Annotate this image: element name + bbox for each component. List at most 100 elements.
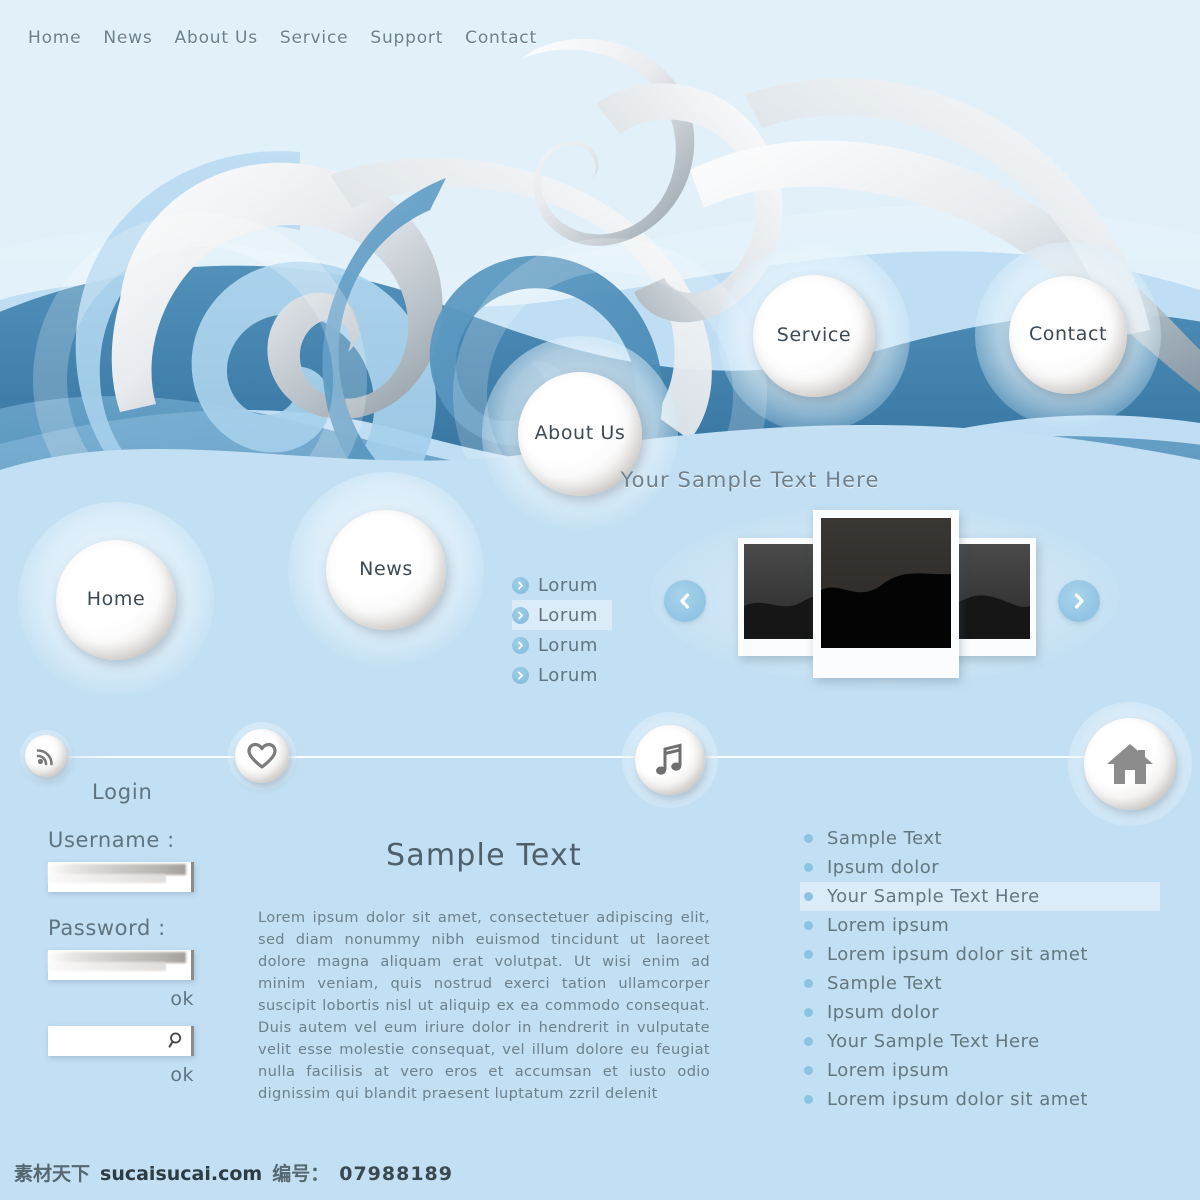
lorum-list-item-label: Lorum <box>538 634 599 656</box>
login-ok-button[interactable]: ok <box>48 988 194 1010</box>
bubble-nav-contact[interactable]: Contact <box>975 242 1161 428</box>
list-item-label: Lorem ipsum <box>827 915 950 936</box>
bubble-label: About Us <box>534 422 626 444</box>
chevron-right-icon <box>512 606 529 624</box>
bubble-label: Service <box>776 324 852 346</box>
music-note-icon <box>656 743 682 775</box>
rail-orb <box>635 725 705 795</box>
rail-rss-button[interactable] <box>20 730 72 782</box>
carousel-next-button[interactable] <box>1058 580 1100 622</box>
bullet-dot-icon <box>804 979 813 988</box>
chevron-right-icon <box>1074 593 1084 609</box>
bubble-ball: News <box>326 510 446 630</box>
article-heading: Sample Text <box>386 838 582 873</box>
list-item-label: Lorem ipsum dolor sit amet <box>827 1089 1088 1110</box>
chevron-right-icon <box>512 576 529 594</box>
list-item[interactable]: Lorem ipsum <box>800 911 1160 940</box>
topnav-item-contact[interactable]: Contact <box>465 28 537 48</box>
home-icon <box>1107 744 1153 784</box>
lorum-list-item[interactable]: Lorum <box>512 570 612 600</box>
watermark-id-label: 编号： <box>272 1163 330 1185</box>
list-item-label: Your Sample Text Here <box>827 1031 1040 1052</box>
bubble-nav-about-us[interactable]: About Us <box>482 336 678 532</box>
login-title: Login <box>92 780 153 804</box>
bullet-dot-icon <box>804 921 813 930</box>
rail-home-button[interactable] <box>1068 702 1192 826</box>
topnav-item-news[interactable]: News <box>103 28 152 48</box>
bubble-label: News <box>359 558 413 580</box>
list-item-label: Sample Text <box>827 973 943 994</box>
list-item-label: Lorem ipsum dolor sit amet <box>827 944 1088 965</box>
rail-music-button[interactable] <box>622 712 718 808</box>
chevron-left-icon <box>680 593 690 609</box>
watermark-domain: sucaisucai.com <box>100 1163 263 1185</box>
chevron-right-icon <box>512 666 529 684</box>
field-fill <box>48 962 166 971</box>
bullet-dot-icon <box>804 1037 813 1046</box>
magnifier-icon <box>168 1031 186 1053</box>
list-item[interactable]: Ipsum dolor <box>800 853 1160 882</box>
bullet-dot-icon <box>804 1095 813 1104</box>
top-navigation: Home News About Us Service Support Conta… <box>28 28 537 48</box>
bubble-nav-home[interactable]: Home <box>18 502 214 698</box>
lorum-list-item[interactable]: Lorum <box>512 630 612 660</box>
page-root: Home News About Us Service Support Conta… <box>0 0 1200 1200</box>
field-fill <box>48 874 166 883</box>
username-field[interactable] <box>48 862 194 892</box>
article-panel: Sample Text Lorem ipsum dolor sit amet, … <box>258 838 710 1105</box>
right-link-list: Sample Text Ipsum dolor Your Sample Text… <box>800 824 1160 1114</box>
footer-watermark: 素材天下 sucaisucai.com 编号： 07988189 <box>14 1159 453 1186</box>
bullet-dot-icon <box>804 892 813 901</box>
bullet-dot-icon <box>804 1008 813 1017</box>
rail-divider-line <box>22 756 1178 758</box>
bubble-label: Home <box>86 588 146 610</box>
list-item[interactable]: Lorem ipsum dolor sit amet <box>800 940 1160 969</box>
username-label: Username : <box>48 828 175 852</box>
password-field[interactable] <box>48 950 194 980</box>
article-body: Lorem ipsum dolor sit amet, consectetuer… <box>258 909 710 1102</box>
chevron-right-icon <box>512 636 529 654</box>
bubble-nav-service[interactable]: Service <box>718 240 910 432</box>
password-label: Password : <box>48 916 166 940</box>
lorum-list-item[interactable]: Lorum <box>512 660 612 690</box>
list-item-label: Ipsum dolor <box>827 1002 940 1023</box>
bubble-ball: Contact <box>1009 276 1127 394</box>
bubble-label: Contact <box>1028 323 1108 345</box>
list-item[interactable]: Your Sample Text Here <box>800 1027 1160 1056</box>
list-item[interactable]: Sample Text <box>800 824 1160 853</box>
rss-icon <box>36 749 53 766</box>
list-item-label: Ipsum dolor <box>827 857 940 878</box>
search-input[interactable] <box>48 1026 194 1056</box>
list-item[interactable]: Lorem ipsum dolor sit amet <box>800 1085 1160 1114</box>
login-panel: Login Username : Password : ok ok <box>48 780 268 1086</box>
rail-orb <box>1084 718 1176 810</box>
lorum-list-item-label: Lorum <box>538 574 599 596</box>
list-item[interactable]: Sample Text <box>800 969 1160 998</box>
bubble-nav-news[interactable]: News <box>288 472 484 668</box>
watermark-id-value: 07988189 <box>339 1163 453 1185</box>
lorum-list-item-label: Lorum <box>538 664 599 686</box>
carousel-prev-button[interactable] <box>664 580 706 622</box>
topnav-item-home[interactable]: Home <box>28 28 81 48</box>
bubble-ball: Home <box>56 540 176 660</box>
list-item[interactable]: Ipsum dolor <box>800 998 1160 1027</box>
bullet-dot-icon <box>804 950 813 959</box>
bullet-dot-icon <box>804 834 813 843</box>
topnav-item-service[interactable]: Service <box>280 28 348 48</box>
topnav-item-about-us[interactable]: About Us <box>175 28 258 48</box>
bubble-ball: Service <box>753 275 875 397</box>
rail-orb <box>25 735 67 777</box>
search-ok-button[interactable]: ok <box>48 1064 194 1086</box>
list-item[interactable]: Lorem ipsum <box>800 1056 1160 1085</box>
rail-orb <box>235 729 289 783</box>
list-item[interactable]: Your Sample Text Here <box>800 882 1160 911</box>
bullet-dot-icon <box>804 863 813 872</box>
carousel-slide-active[interactable] <box>813 510 959 678</box>
list-item-label: Sample Text <box>827 828 943 849</box>
list-item-label: Your Sample Text Here <box>827 886 1040 907</box>
lorum-link-list: Lorum Lorum Lorum Lorum <box>512 570 613 690</box>
lorum-list-item[interactable]: Lorum <box>512 600 613 630</box>
lorum-list-item-label: Lorum <box>538 604 599 626</box>
topnav-item-support[interactable]: Support <box>370 28 443 48</box>
list-item-label: Lorem ipsum <box>827 1060 950 1081</box>
